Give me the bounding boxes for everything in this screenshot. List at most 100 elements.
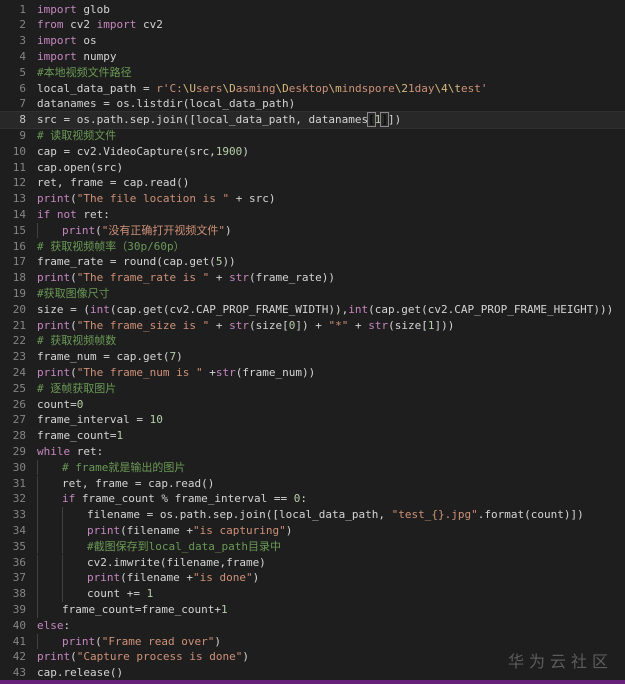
indent-guide [62, 507, 87, 523]
code-line[interactable]: 39 frame_count=frame_count+1 [0, 601, 625, 618]
code-text[interactable]: print("The frame_size is " + str(size[0]… [37, 318, 454, 334]
code-line[interactable]: 7 datanames = os.listdir(local_data_path) [0, 96, 625, 112]
code-token: print [37, 318, 71, 332]
code-text[interactable]: print("没有正确打开视频文件") [37, 222, 232, 239]
code-line[interactable]: 33 filename = os.path.sep.join([local_dat… [0, 507, 625, 523]
code-text[interactable]: if not ret: [37, 207, 110, 223]
code-text[interactable]: frame_count=1 [37, 428, 123, 444]
code-token: ( [70, 192, 77, 206]
code-token: frame_count= [37, 429, 117, 443]
code-line[interactable]: 10 cap = cv2.VideoCapture(src,1900) [0, 144, 625, 160]
code-text[interactable]: # 读取视频文件 [37, 128, 116, 144]
code-line[interactable]: 6 local_data_path = r'C:\Users\Dasming\De… [0, 81, 625, 97]
code-line[interactable]: 18 print("The frame_rate is " + str(frame… [0, 270, 625, 286]
code-text[interactable]: print("The frame_num is " +str(frame_num… [37, 365, 315, 381]
code-text[interactable]: cap.release() [37, 665, 123, 681]
code-line[interactable]: 25 # 逐帧获取图片 [0, 381, 625, 397]
code-line[interactable]: 15 print("没有正确打开视频文件") [0, 222, 625, 239]
code-line[interactable]: 34 print(filename +"is capturing") [0, 522, 625, 539]
code-line[interactable]: 41 print("Frame read over") [0, 633, 625, 650]
code-text[interactable]: #获取图像尺寸 [37, 286, 110, 302]
code-line[interactable]: 37 print(filename +"is done") [0, 570, 625, 586]
code-line[interactable]: 13 print("The file location is " + src) [0, 191, 625, 207]
code-token: "The frame_rate is " [76, 271, 210, 285]
code-text[interactable]: # frame就是输出的图片 [37, 459, 185, 476]
code-line[interactable]: 11 cap.open(src) [0, 160, 625, 176]
code-text[interactable]: print("The file location is " + src) [37, 191, 275, 207]
code-token: # 获取视频帧率（30p/60p） [37, 239, 185, 253]
code-line[interactable]: 21 print("The frame_size is " + str(size[… [0, 318, 625, 334]
code-line[interactable]: 32 if frame_count % frame_interval == 0: [0, 491, 625, 507]
code-token: "The frame_num is " [76, 365, 203, 379]
code-line[interactable]: 22 # 获取视频帧数 [0, 333, 625, 349]
code-text[interactable]: # 逐帧获取图片 [37, 381, 116, 397]
code-line[interactable]: 3 import os [0, 33, 625, 49]
code-text[interactable]: size = (int(cap.get(cv2.CAP_PROP_FRAME_W… [37, 302, 613, 318]
code-line[interactable]: 17 frame_rate = round(cap.get(5)) [0, 254, 625, 270]
code-text[interactable]: print(filename +"is capturing") [37, 522, 292, 539]
code-text[interactable]: frame_rate = round(cap.get(5)) [37, 254, 236, 270]
code-line[interactable]: 36 cv2.imwrite(filename,frame) [0, 554, 625, 571]
code-line[interactable]: 5 #本地视频文件路径 [0, 65, 625, 81]
code-line[interactable]: 20 size = (int(cap.get(cv2.CAP_PROP_FRAME… [0, 302, 625, 318]
code-line[interactable]: 38 count += 1 [0, 586, 625, 602]
code-text[interactable]: datanames = os.listdir(local_data_path) [37, 96, 295, 112]
line-number: 11 [12, 160, 26, 174]
code-token: 10 [149, 413, 163, 427]
code-text[interactable]: cv2.imwrite(filename,frame) [37, 554, 266, 571]
code-text[interactable]: #本地视频文件路径 [37, 65, 132, 81]
code-text[interactable]: else: [37, 618, 70, 634]
code-text[interactable]: # 获取视频帧数 [37, 333, 116, 349]
code-line[interactable]: 30 # frame就是输出的图片 [0, 459, 625, 476]
code-line[interactable]: 31 ret, frame = cap.read() [0, 475, 625, 492]
code-text[interactable]: count += 1 [37, 586, 153, 602]
code-line[interactable]: 2 from cv2 import cv2 [0, 17, 625, 33]
code-token: ret: [76, 207, 110, 221]
code-text[interactable]: # 获取视频帧率（30p/60p） [37, 239, 185, 255]
indent-guide [62, 554, 87, 571]
code-text[interactable]: from cv2 import cv2 [37, 17, 163, 33]
code-text[interactable]: print("The frame_rate is " + str(frame_r… [37, 270, 335, 286]
code-text[interactable]: count=0 [37, 397, 83, 413]
code-text[interactable]: print("Capture process is done") [37, 649, 249, 665]
code-text[interactable]: local_data_path = r'C:\Users\Dasming\Des… [37, 81, 487, 97]
code-line[interactable]: 24 print("The frame_num is " +str(frame_n… [0, 365, 625, 381]
code-text[interactable]: ret, frame = cap.read() [37, 475, 214, 492]
code-editor[interactable]: 1 import glob 2 from cv2 import cv2 3 import … [0, 0, 625, 684]
code-text[interactable]: import os [37, 33, 97, 49]
code-token: ]) + [295, 318, 329, 332]
code-text[interactable]: while ret: [37, 444, 103, 460]
code-token: "Frame read over" [101, 634, 215, 648]
code-text[interactable]: frame_count=frame_count+1 [37, 601, 228, 618]
code-line[interactable]: 27 frame_interval = 10 [0, 412, 625, 428]
code-token: #获取图像尺寸 [37, 286, 110, 300]
code-line[interactable]: 29 while ret: [0, 444, 625, 460]
code-text[interactable]: src = os.path.sep.join([local_data_path,… [37, 112, 401, 128]
code-line[interactable]: 12 ret, frame = cap.read() [0, 175, 625, 191]
code-text[interactable]: import glob [37, 2, 110, 18]
code-line[interactable]: 14 if not ret: [0, 207, 625, 223]
code-line[interactable]: 28 frame_count=1 [0, 428, 625, 444]
code-text[interactable]: import numpy [37, 49, 117, 65]
code-line[interactable]: 23 frame_num = cap.get(7) [0, 349, 625, 365]
code-text[interactable]: cap.open(src) [37, 160, 123, 176]
code-text[interactable]: ret, frame = cap.read() [37, 175, 189, 191]
code-text[interactable]: frame_interval = 10 [37, 412, 163, 428]
code-line[interactable]: 16 # 获取视频帧率（30p/60p） [0, 239, 625, 255]
code-text[interactable]: frame_num = cap.get(7) [37, 349, 183, 365]
code-text[interactable]: print(filename +"is done") [37, 570, 259, 586]
code-line[interactable]: 1 import glob [0, 2, 625, 18]
code-text[interactable]: if frame_count % frame_interval == 0: [37, 491, 307, 507]
code-line[interactable]: 40 else: [0, 618, 625, 634]
code-text[interactable]: filename = os.path.sep.join([local_data_… [37, 507, 584, 523]
code-text[interactable]: print("Frame read over") [37, 633, 221, 650]
code-text[interactable]: #截图保存到local_data_path目录中 [37, 538, 281, 555]
code-line[interactable]: 35 #截图保存到local_data_path目录中 [0, 538, 625, 555]
code-line[interactable]: 26 count=0 [0, 397, 625, 413]
code-line[interactable]: 19 #获取图像尺寸 [0, 286, 625, 302]
code-line[interactable]: 4 import numpy [0, 49, 625, 65]
code-text[interactable]: cap = cv2.VideoCapture(src,1900) [37, 144, 249, 160]
code-line[interactable]: 8 src = os.path.sep.join([local_data_path… [0, 111, 625, 129]
code-line[interactable]: 9 # 读取视频文件 [0, 128, 625, 144]
status-bar-edge [0, 680, 625, 684]
